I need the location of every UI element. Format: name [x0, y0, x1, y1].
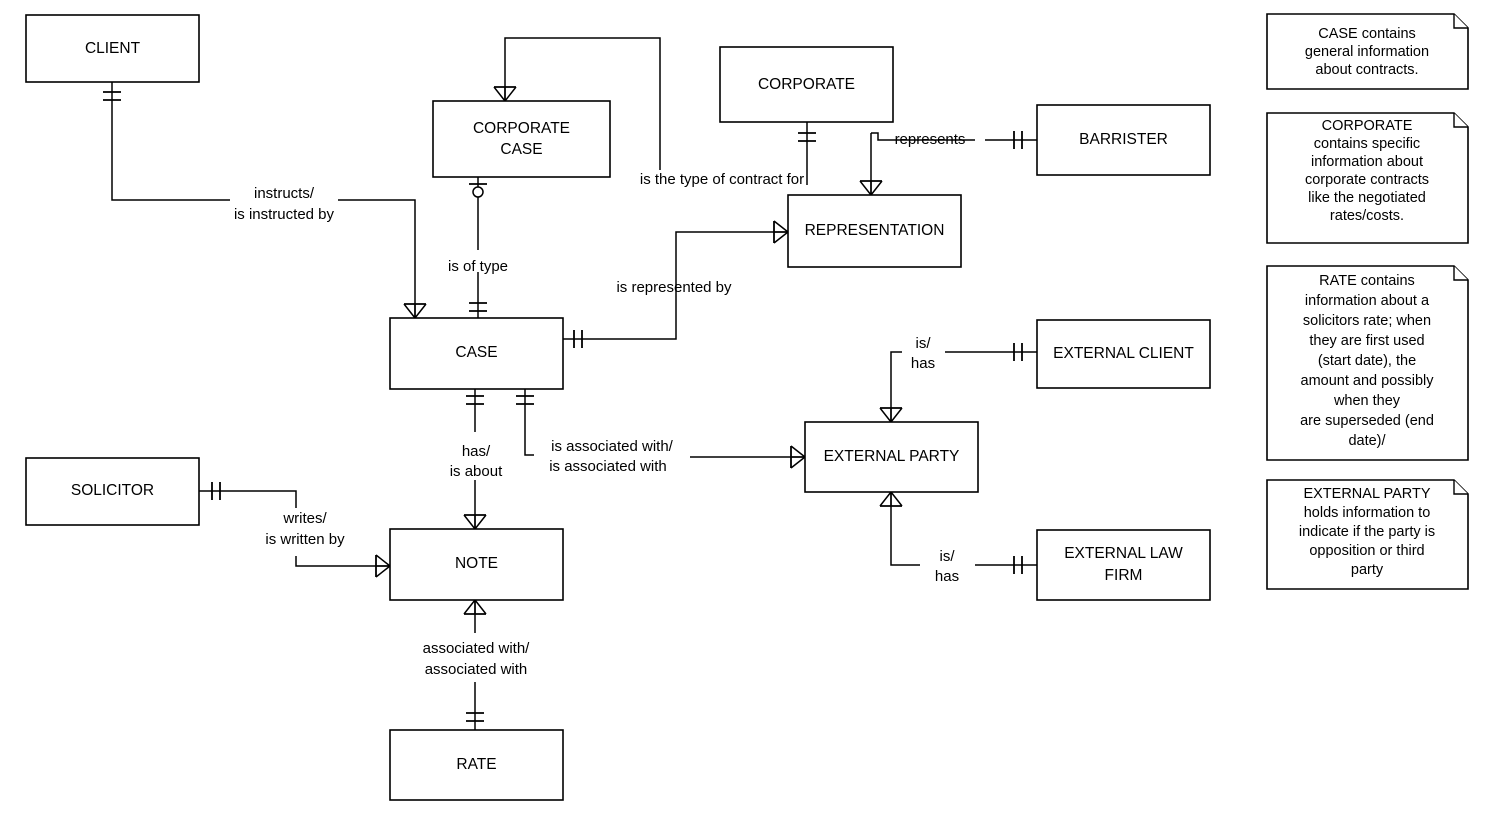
annotation-note-external-party: EXTERNAL PARTY holds information to indi… [1266, 479, 1469, 590]
note-extparty-line1: EXTERNAL PARTY [1303, 486, 1430, 502]
entity-barrister-label: BARRISTER [1079, 131, 1168, 148]
note-rate-line1: RATE contains [1319, 273, 1415, 289]
rel-case-rep-line1: is represented by [616, 279, 732, 296]
entity-external-party-label: EXTERNAL PARTY [824, 448, 960, 465]
entity-corporate-case[interactable]: CORPORATE CASE [432, 100, 611, 178]
rel-client-case-line2: is instructed by [234, 206, 335, 223]
entity-client-label: CLIENT [85, 40, 141, 57]
note-corporate-line4: corporate contracts [1305, 172, 1429, 188]
note-case-line1: CASE contains [1318, 26, 1416, 42]
annotation-note-rate: RATE contains information about a solici… [1266, 265, 1469, 461]
annotation-note-corporate: CORPORATE contains specific information … [1266, 112, 1469, 244]
entity-external-law-firm[interactable]: EXTERNAL LAW FIRM [1036, 529, 1211, 601]
entity-corporate[interactable]: CORPORATE [719, 46, 894, 123]
rel-barrister-rep-line1: represents [895, 131, 966, 148]
relationship-line-case-externalparty [516, 389, 806, 469]
relationship-line-corporatecase-case [469, 177, 487, 318]
relationship-label-case-externalparty: is associated with/ is associated with [549, 438, 673, 475]
rel-extparty-extclient-line2: has [911, 355, 935, 372]
entity-external-law-firm-label-line2: FIRM [1105, 567, 1143, 584]
entity-external-client[interactable]: EXTERNAL CLIENT [1036, 319, 1211, 389]
note-rate-line4: they are first used [1309, 333, 1424, 349]
relationship-label-client-case: instructs/ is instructed by [234, 185, 335, 223]
note-corporate-line5: like the negotiated [1308, 190, 1426, 206]
note-rate-line7: when they [1333, 393, 1401, 409]
rel-corporatecase-contract-line1: is the type of contract for [640, 171, 804, 188]
rel-case-note-line1: has/ [462, 443, 491, 460]
relationship-label-case-representation: is represented by [616, 279, 732, 296]
entity-case[interactable]: CASE [389, 317, 564, 390]
relationship-label-externalparty-externallawfirm: is/ has [935, 548, 959, 585]
entity-rate[interactable]: RATE [389, 729, 564, 801]
rel-case-extparty-line1: is associated with/ [551, 438, 674, 455]
relationship-label-solicitor-note: writes/ is written by [265, 510, 345, 548]
note-corporate-line1: CORPORATE [1322, 118, 1413, 134]
er-diagram-canvas: CLIENT CORPORATE CASE CORPORATE BARRISTE… [0, 0, 1504, 831]
rel-solicitor-note-line1: writes/ [282, 510, 327, 527]
entity-external-client-label: EXTERNAL CLIENT [1053, 345, 1194, 362]
note-extparty-line4: opposition or third [1309, 543, 1424, 559]
relationship-line-externalparty-externalclient [879, 343, 1037, 423]
entity-solicitor[interactable]: SOLICITOR [25, 457, 200, 526]
relationship-line-solicitor-note [199, 482, 391, 578]
relationship-line-externalparty-externallawfirm [879, 491, 1037, 574]
note-rate-line5: (start date), the [1318, 353, 1416, 369]
entity-case-label: CASE [455, 344, 497, 361]
rel-extparty-extlawfirm-line2: has [935, 568, 959, 585]
note-extparty-line3: indicate if the party is [1299, 524, 1435, 540]
relationship-label-corporatecase-case: is of type [448, 258, 508, 275]
entity-corporate-case-label-line2: CASE [500, 141, 542, 158]
er-diagram-svg: CLIENT CORPORATE CASE CORPORATE BARRISTE… [25, 13, 1469, 801]
note-rate-line8: are superseded (end [1300, 413, 1434, 429]
relationship-label-externalparty-externalclient: is/ has [911, 335, 935, 372]
relationship-label-case-note: has/ is about [450, 443, 503, 480]
rel-note-rate-line1: associated with/ [423, 640, 531, 657]
note-rate-line3: solicitors rate; when [1303, 313, 1431, 329]
rel-extparty-extclient-line1: is/ [916, 335, 932, 352]
entity-barrister[interactable]: BARRISTER [1036, 104, 1211, 176]
entity-representation-label: REPRESENTATION [805, 222, 945, 239]
entity-external-party[interactable]: EXTERNAL PARTY [804, 421, 979, 493]
entity-external-law-firm-label-line1: EXTERNAL LAW [1064, 545, 1183, 562]
relationship-label-barrister-representation: represents [895, 131, 966, 148]
note-case-line2: general information [1305, 44, 1429, 60]
rel-case-extparty-line2: is associated with [549, 458, 667, 475]
rel-corporatecase-case-line1: is of type [448, 258, 508, 275]
note-corporate-line3: information about [1311, 154, 1423, 170]
entity-corporate-label: CORPORATE [758, 76, 855, 93]
entity-rate-label: RATE [456, 756, 496, 773]
entity-representation[interactable]: REPRESENTATION [787, 194, 962, 268]
entity-note-label: NOTE [455, 555, 498, 572]
rel-client-case-line1: instructs/ [254, 185, 315, 202]
note-rate-line9: date)/ [1348, 433, 1386, 449]
note-extparty-line2: holds information to [1304, 505, 1431, 521]
entity-client[interactable]: CLIENT [25, 14, 200, 83]
note-extparty-line5: party [1351, 562, 1384, 578]
annotation-note-case: CASE contains general information about … [1266, 13, 1469, 90]
rel-case-note-line2: is about [450, 463, 503, 480]
note-case-line3: about contracts. [1315, 62, 1418, 78]
entity-note[interactable]: NOTE [389, 528, 564, 601]
entity-solicitor-label: SOLICITOR [71, 482, 154, 499]
rel-solicitor-note-line2: is written by [265, 531, 345, 548]
entity-corporate-case-label-line1: CORPORATE [473, 120, 570, 137]
relationship-label-corporatecase-contract: is the type of contract for [640, 171, 804, 188]
note-rate-line6: amount and possibly [1301, 373, 1435, 389]
relationship-label-note-rate: associated with/ associated with [423, 640, 531, 678]
rel-extparty-extlawfirm-line1: is/ [940, 548, 956, 565]
note-corporate-line2: contains specific [1314, 136, 1420, 152]
note-rate-line2: information about a [1305, 293, 1430, 309]
rel-note-rate-line2: associated with [425, 661, 528, 678]
note-corporate-line6: rates/costs. [1330, 208, 1404, 224]
